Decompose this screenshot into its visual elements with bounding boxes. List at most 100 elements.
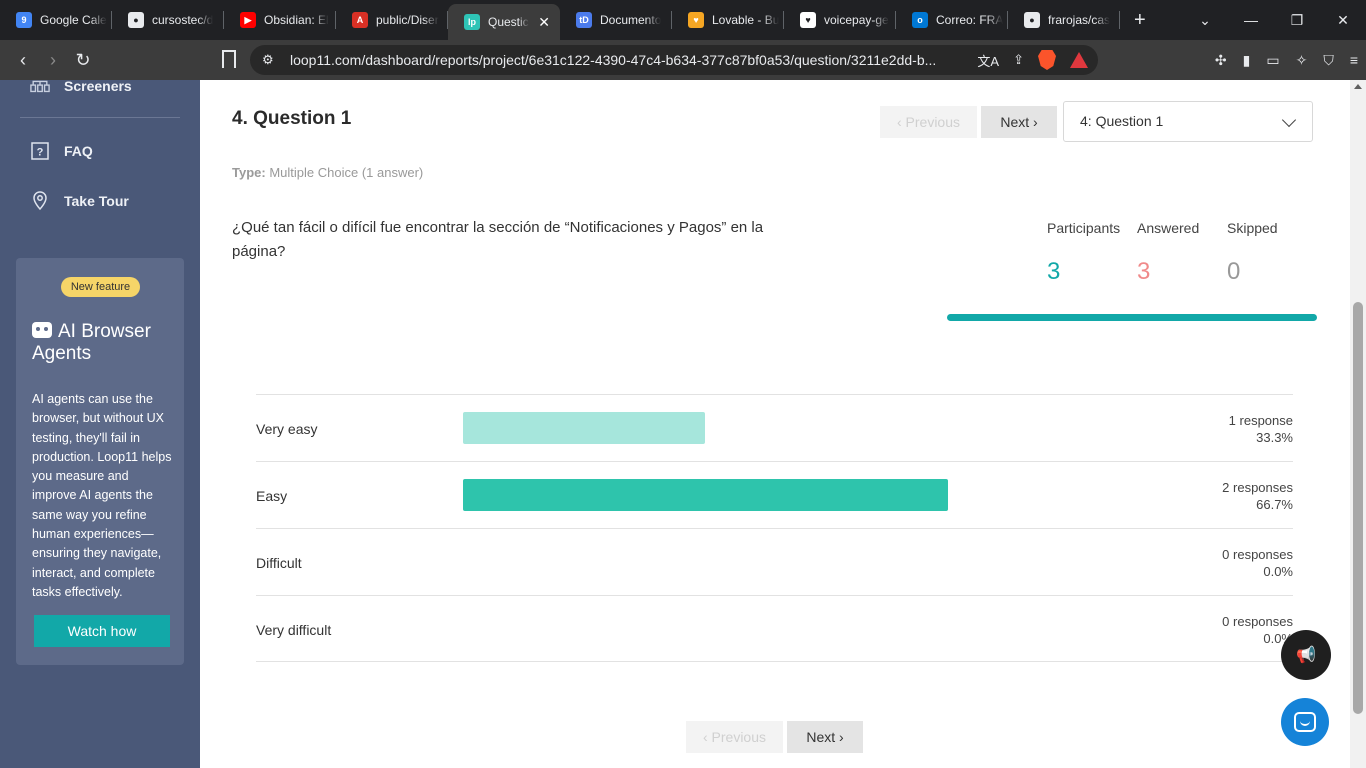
chevron-down-icon (1281, 112, 1297, 128)
promo-description: AI agents can use the browser, but witho… (32, 392, 172, 599)
watch-how-button[interactable]: Watch how (34, 615, 170, 647)
response-percent: 0.0% (1263, 564, 1293, 579)
response-bar (463, 412, 705, 444)
close-tab-icon[interactable]: ✕ (538, 14, 550, 31)
browser-tab[interactable]: ▶ Obsidian: El (224, 0, 336, 40)
result-row: Difficult 0 responses 0.0% (256, 528, 1293, 595)
browser-tab-title: public/Diser (376, 13, 439, 27)
participants-count: 3 (1047, 258, 1061, 285)
outlook-icon: o (912, 12, 928, 28)
translate-icon[interactable]: 文A (977, 51, 999, 70)
menu-icon[interactable]: ≡ (1350, 52, 1358, 68)
browser-tab[interactable]: Apublic/Diser (336, 0, 448, 40)
answered-count: 3 (1137, 258, 1151, 285)
page-scrollbar[interactable] (1350, 80, 1366, 768)
forward-button[interactable]: › (38, 50, 68, 71)
browser-tab-title: voicepay-ge (824, 13, 889, 27)
browser-tab[interactable]: ♥ Lovable - Bu (672, 0, 784, 40)
answered-label: Answered (1137, 220, 1200, 236)
previous-button[interactable]: ‹ Previous (880, 106, 977, 138)
reload-button[interactable]: ↻ (68, 50, 98, 71)
promo-title: AI Browser Agents (32, 321, 172, 365)
screeners-icon (30, 76, 50, 96)
back-button[interactable]: ‹ (8, 50, 38, 71)
minimize-button[interactable]: — (1228, 12, 1274, 28)
sidebar-divider (20, 117, 180, 118)
browser-tab-title: Google Cale (40, 13, 107, 27)
address-bar-actions: 文A ⇪ (977, 45, 1088, 75)
sidebar-item-faq[interactable]: ? FAQ (30, 141, 93, 161)
share-icon[interactable]: ⇪ (1013, 52, 1024, 68)
response-percent: 33.3% (1256, 430, 1293, 445)
result-row: Very difficult 0 responses 0.0% (256, 595, 1293, 662)
browser-tab-title: frarojas/cas (1048, 13, 1111, 27)
url-text[interactable]: loop11.com/dashboard/reports/project/6e3… (290, 52, 950, 68)
sidebar-item-take-tour[interactable]: Take Tour (30, 191, 129, 211)
robot-icon (32, 322, 52, 338)
browser-tab[interactable]: 9 Google Cale (0, 0, 112, 40)
response-percent: 66.7% (1256, 497, 1293, 512)
brave-shields-icon[interactable] (1038, 50, 1056, 70)
sidebar-toggle-icon[interactable]: ▮ (1243, 52, 1251, 69)
response-count: 1 response 33.3% (1229, 412, 1293, 446)
browser-toolbar: ‹ › ↻ ⚙ loop11.com/dashboard/reports/pro… (0, 40, 1366, 80)
response-count-text: 0 responses (1222, 547, 1293, 562)
bookmark-icon[interactable] (222, 50, 236, 68)
browser-tab-bar: 9 Google Cale ● cursostec/d ▶ Obsidian: El Apu… (0, 0, 1366, 40)
chat-icon (1294, 712, 1316, 732)
question-select[interactable]: 4: Question 1 (1063, 101, 1313, 142)
browser-tab-title: cursostec/d (152, 13, 214, 27)
google-calendar-icon: 9 (16, 12, 32, 28)
td-icon: tD (576, 12, 592, 28)
browser-tab[interactable]: ● frarojas/cas (1008, 0, 1120, 40)
scrollbar-thumb[interactable] (1353, 302, 1363, 714)
browser-tab[interactable]: tD Documento (560, 0, 672, 40)
response-count-text: 2 responses (1222, 480, 1293, 495)
app-sidebar: Screeners ? FAQ Take Tour New feature AI… (0, 78, 200, 768)
sidebar-item-screeners[interactable]: Screeners (30, 76, 132, 96)
github-icon: ● (128, 12, 144, 28)
github-icon: ● (1024, 12, 1040, 28)
report-content: 4. Question 1 ‹ Previous Next › 4: Quest… (200, 80, 1350, 768)
question-select-value: 4: Question 1 (1080, 113, 1164, 129)
address-bar[interactable]: ⚙ loop11.com/dashboard/reports/project/6… (250, 45, 1098, 75)
browser-tab-title: Lovable - Bu (712, 13, 780, 27)
response-bar (463, 479, 948, 511)
question-type: Type: Multiple Choice (1 answer) (232, 165, 423, 180)
youtube-icon: ▶ (240, 12, 256, 28)
loop11-icon: lp (464, 14, 480, 30)
svg-text:?: ? (37, 147, 44, 159)
skipped-count: 0 (1227, 258, 1241, 285)
browser-tab[interactable]: lp Questic ✕ (448, 4, 560, 40)
site-info-icon[interactable]: ⚙ (262, 52, 286, 68)
next-button[interactable]: Next › (981, 106, 1057, 138)
announcements-button[interactable]: 📢 (1281, 630, 1331, 680)
leo-ai-icon[interactable]: ✧ (1296, 52, 1308, 69)
browser-tab[interactable]: ♥ voicepay-ge (784, 0, 896, 40)
promo-card: New feature AI Browser Agents AI agents … (16, 258, 184, 665)
brave-rewards-icon[interactable] (1070, 52, 1088, 68)
browser-tab[interactable]: o Correo: FRA (896, 0, 1008, 40)
response-count: 0 responses 0.0% (1222, 613, 1293, 647)
browser-tab-title: Questic (488, 15, 529, 29)
extensions-icon[interactable]: ✣ (1215, 52, 1227, 69)
chat-button[interactable] (1281, 698, 1329, 746)
close-window-button[interactable]: ✕ (1320, 12, 1366, 29)
skipped-label: Skipped (1227, 220, 1278, 236)
maximize-button[interactable]: ❐ (1274, 12, 1320, 29)
result-row: Easy 2 responses 66.7% (256, 461, 1293, 528)
wallet-icon[interactable]: ▭ (1266, 52, 1279, 69)
pdf-icon: A (352, 12, 368, 28)
question-text: ¿Qué tan fácil o difícil fue encontrar l… (232, 219, 764, 260)
vpn-icon[interactable]: ⛉ (1323, 52, 1334, 69)
new-tab-button[interactable]: + (1134, 9, 1158, 32)
tab-search-icon[interactable]: ⌄ (1182, 12, 1228, 29)
question-type-label: Type: (232, 165, 266, 180)
scroll-up-arrow[interactable] (1354, 84, 1362, 89)
sidebar-item-label: Take Tour (64, 193, 129, 209)
browser-tab[interactable]: ● cursostec/d (112, 0, 224, 40)
browser-tab-title: Documento (600, 13, 662, 27)
previous-button-bottom[interactable]: ‹ Previous (686, 721, 783, 753)
next-button-bottom[interactable]: Next › (787, 721, 863, 753)
response-count: 0 responses 0.0% (1222, 546, 1293, 580)
